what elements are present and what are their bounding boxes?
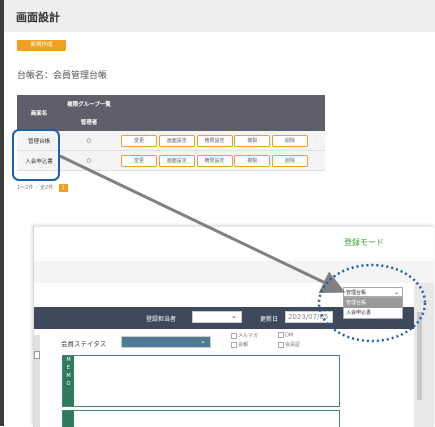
pager-summary: 1～2件 ／全2件 — [17, 185, 54, 191]
col-screen-name: 画面名 — [17, 95, 61, 131]
staff-label: 登録担当者 — [146, 316, 177, 323]
toolbar-band — [34, 261, 434, 283]
row-actions: 変更 画面設定 権限設定 複製 削除 — [117, 131, 325, 151]
inset-screenshot: 登録モード 登録担当者 ⌄ 更新日 2023/07/05 管理台帳 ⌄ 管理台帳… — [33, 226, 434, 427]
duplicate-button[interactable]: 複製 — [234, 154, 271, 167]
screen-select-options: 管理台帳 入会申込書 — [343, 297, 403, 319]
check-kaiinsho[interactable]: 会員証 — [278, 341, 300, 348]
edit-button[interactable]: 変更 — [121, 154, 157, 167]
side-toggle[interactable] — [34, 351, 40, 359]
duplicate-button[interactable]: 複製 — [234, 134, 271, 147]
memo-area[interactable]: M E M O — [62, 355, 340, 407]
col-perm-group: 権限グループ一覧 — [61, 95, 117, 113]
left-panel — [34, 335, 40, 427]
admin-mark: ○ — [61, 150, 117, 171]
check-mailmag[interactable]: メルマガ — [231, 332, 258, 339]
check-kaiho[interactable]: 会報 — [231, 341, 248, 348]
ledger-name: 台帳名：会員管理台帳 — [17, 71, 108, 81]
page-title: 画面設計 — [16, 11, 60, 24]
option-kanri-daicho[interactable]: 管理台帳 — [344, 298, 402, 308]
screen-table: 画面名 権限グループ一覧 管理者 管理台帳 ○ 変更 画面設定 権限設定 複製 … — [17, 95, 325, 171]
option-nyukai-moushikomi[interactable]: 入会申込書 — [344, 308, 402, 318]
pager-page-1[interactable]: 1 — [58, 184, 68, 192]
staff-select[interactable]: ⌄ — [192, 311, 242, 323]
table-row: 管理台帳 ○ 変更 画面設定 権限設定 複製 削除 — [17, 131, 325, 151]
screen-select[interactable]: 管理台帳 ⌄ — [343, 287, 403, 297]
row-actions: 変更 画面設定 権限設定 複製 削除 — [117, 150, 325, 171]
updated-label: 更新日 — [260, 316, 279, 323]
checkbox-icon — [278, 341, 284, 348]
member-status-select[interactable]: ⌄ — [121, 336, 211, 348]
left-edge-bar — [0, 0, 4, 426]
new-create-button[interactable]: 新規作成 — [17, 40, 66, 51]
page-header: 画面設計 — [4, 0, 435, 32]
col-admin: 管理者 — [61, 113, 117, 131]
delete-button[interactable]: 削除 — [272, 154, 308, 167]
edit-button[interactable]: 変更 — [121, 134, 157, 147]
checkbox-icon — [231, 332, 237, 339]
pager: 1～2件 ／全2件 1 — [17, 184, 68, 192]
admin-mark: ○ — [61, 131, 117, 151]
memo-tab-2 — [63, 411, 74, 427]
col-actions-header — [117, 95, 325, 131]
screen-setting-button[interactable]: 画面設定 — [158, 154, 195, 167]
memo-tab: M E M O — [63, 356, 74, 406]
chevron-down-icon: ⌄ — [231, 312, 237, 320]
scrollbar[interactable] — [417, 312, 422, 400]
checkbox-icon — [231, 341, 237, 348]
member-status-label: 会員ステイタス — [61, 340, 107, 348]
chevron-down-icon: ⌄ — [200, 337, 206, 345]
delete-button[interactable]: 削除 — [272, 134, 308, 147]
table-row: 入会申込書 ○ 変更 画面設定 権限設定 複製 削除 — [17, 150, 325, 171]
permission-setting-button[interactable]: 権限設定 — [196, 154, 233, 167]
check-dm[interactable]: DM — [278, 332, 293, 339]
second-memo-area[interactable] — [62, 410, 340, 427]
screen-select-value: 管理台帳 — [346, 290, 367, 296]
highlight-box — [12, 129, 60, 181]
screen-setting-button[interactable]: 画面設定 — [158, 134, 195, 147]
permission-setting-button[interactable]: 権限設定 — [196, 134, 233, 147]
mode-label: 登録モード — [344, 238, 384, 247]
updated-date-field[interactable]: 2023/07/05 — [285, 311, 333, 323]
checkbox-icon — [278, 332, 284, 338]
